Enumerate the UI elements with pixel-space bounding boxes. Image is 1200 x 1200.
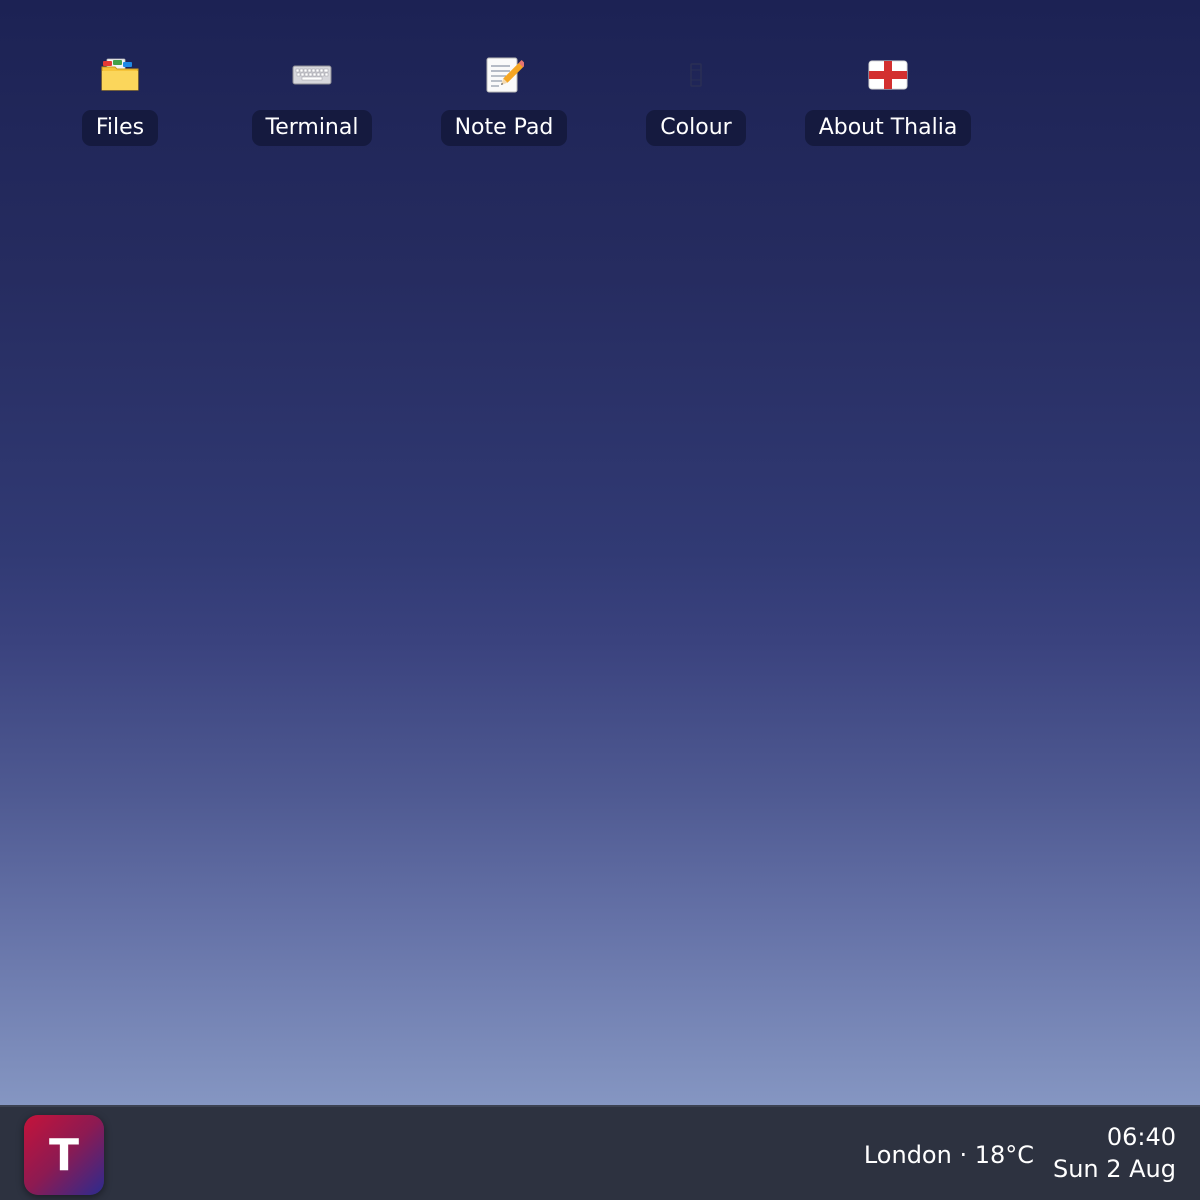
desktop-icon-files[interactable]: Files [24, 52, 216, 152]
desktop: Files Terminal Note Pad Colour About Tha… [0, 0, 1200, 1105]
clock-date: Sun 2 Aug [1052, 1155, 1176, 1183]
clock-time: 06:40 [1106, 1123, 1176, 1151]
taskbar: T London · 18°C 06:40 Sun 2 Aug [0, 1105, 1200, 1200]
clock[interactable]: 06:40 Sun 2 Aug [1053, 1121, 1176, 1185]
desktop-icon-note-pad[interactable]: Note Pad [408, 52, 600, 152]
notepad-icon [480, 52, 528, 98]
desktop-icon-label: About Thalia [804, 110, 972, 146]
folder-icon [96, 52, 144, 98]
desktop-icons: Files Terminal Note Pad Colour About Tha… [0, 0, 1200, 200]
desktop-icon-label: Terminal [251, 110, 373, 146]
desktop-icon-colour[interactable]: Colour [600, 52, 792, 152]
desktop-icon-label: Note Pad [440, 110, 568, 146]
start-button[interactable]: T [24, 1115, 104, 1195]
weather-readout[interactable]: London · 18°C [864, 1135, 1034, 1175]
england-flag-icon [864, 52, 912, 98]
desktop-icon-label: Colour [646, 110, 746, 146]
keyboard-icon [288, 52, 336, 98]
desktop-icon-label: Files [81, 110, 159, 146]
desktop-icon-about-thalia[interactable]: About Thalia [792, 52, 984, 152]
desktop-icon-terminal[interactable]: Terminal [216, 52, 408, 152]
colour-icon [672, 52, 720, 98]
